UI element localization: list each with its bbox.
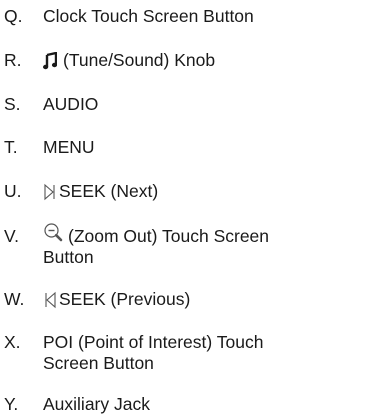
item-line-wrap: (Tune/Sound) Knob [43, 50, 373, 71]
item-line: Clock Touch Screen Button [43, 6, 254, 26]
item-line-wrap: SEEK (Next) [43, 181, 373, 202]
item-text: SEEK (Next) [43, 181, 373, 202]
item-line: MENU [43, 137, 95, 157]
item-text: Clock Touch Screen Button [43, 6, 373, 27]
item-line: Screen Button [43, 353, 154, 373]
item-text: (Tune/Sound) Knob [43, 50, 373, 71]
item-line: SEEK (Previous) [59, 289, 191, 309]
item-letter: X. [4, 332, 21, 352]
seek-previous-icon [43, 291, 57, 309]
item-text: Auxiliary Jack [43, 394, 373, 415]
item-letter: U. [4, 181, 22, 201]
item-text: (Zoom Out) Touch Screen Button [43, 223, 373, 268]
item-line: Auxiliary Jack [43, 394, 150, 414]
item-line: (Tune/Sound) Knob [63, 50, 216, 70]
item-text: AUDIO [43, 94, 373, 115]
item-line: (Zoom Out) Touch Screen [68, 226, 270, 246]
seek-next-icon [43, 183, 57, 201]
item-letter: T. [4, 137, 18, 157]
item-line: SEEK (Next) [59, 181, 159, 201]
zoom-out-icon [43, 222, 63, 242]
item-text: MENU [43, 137, 373, 158]
item-line-wrap: SEEK (Previous) [43, 289, 373, 310]
item-text: POI (Point of Interest) Touch Screen But… [43, 332, 373, 374]
item-letter: W. [4, 289, 25, 309]
item-letter: Q. [4, 6, 23, 26]
item-line-wrap: (Zoom Out) Touch Screen [43, 223, 373, 247]
item-line: AUDIO [43, 94, 99, 114]
item-line: Button [43, 247, 94, 267]
item-text: SEEK (Previous) [43, 289, 373, 310]
legend-list: Q. Clock Touch Screen Button R. (Tune/So… [0, 0, 375, 417]
item-letter: S. [4, 94, 21, 114]
item-letter: R. [4, 50, 22, 70]
item-letter: V. [4, 226, 19, 246]
music-note-icon [43, 52, 57, 70]
item-letter: Y. [4, 394, 19, 414]
item-line: POI (Point of Interest) Touch [43, 332, 264, 352]
